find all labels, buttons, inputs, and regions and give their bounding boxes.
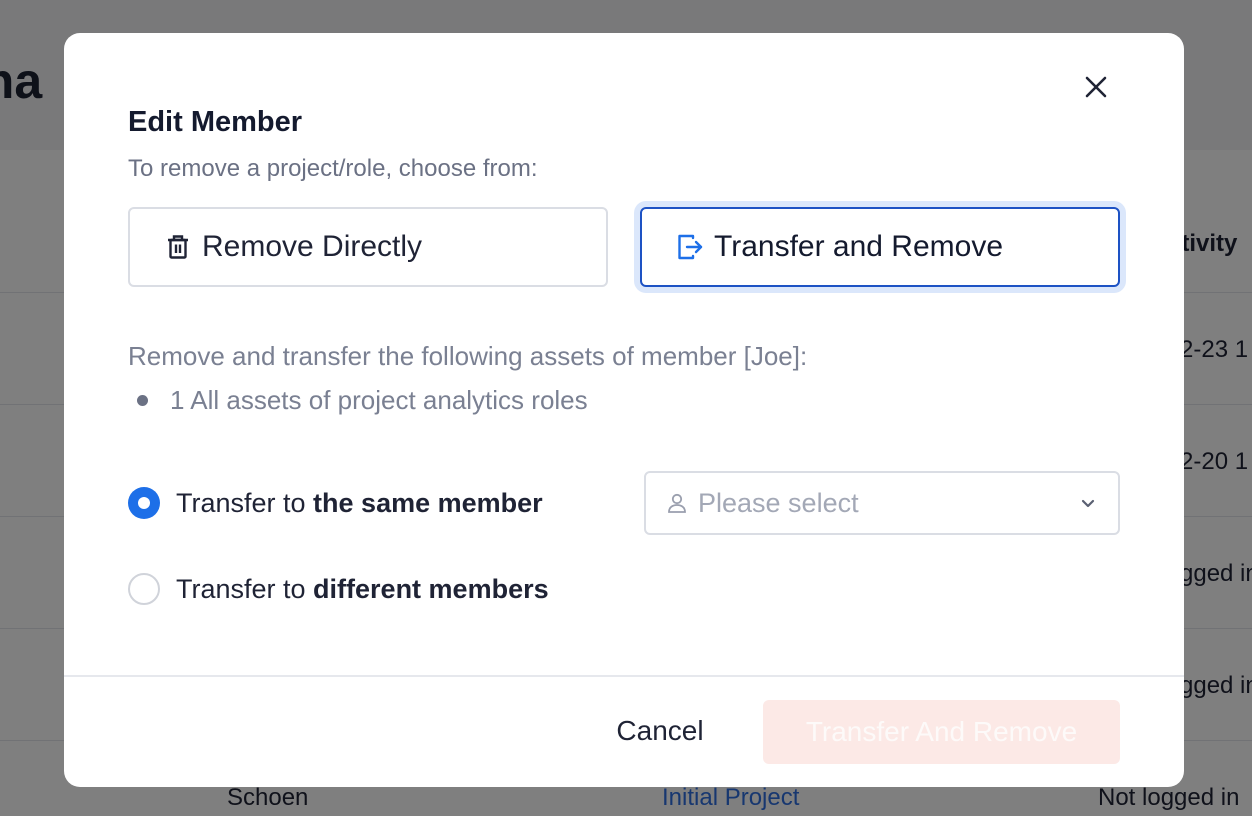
edit-member-dialog: Edit Member To remove a project/role, ch… [64, 33, 1184, 787]
transfer-description: Remove and transfer the following assets… [128, 341, 808, 371]
transfer-same-member-radio[interactable]: Transfer to the same member [128, 487, 543, 519]
transfer-and-remove-button[interactable]: Transfer And Remove [763, 700, 1120, 764]
dialog-title: Edit Member [128, 106, 303, 138]
radio-checked-icon[interactable] [128, 487, 160, 519]
transfer-different-members-radio[interactable]: Transfer to different members [128, 573, 549, 605]
member-select-placeholder: Please select [698, 487, 859, 518]
footer-divider [64, 675, 1184, 677]
member-select[interactable]: Please select [644, 471, 1120, 535]
transfer-different-emphasis: different members [313, 573, 549, 604]
bullet-icon [137, 395, 148, 406]
transfer-out-icon [676, 233, 704, 261]
asset-item-text: 1 All assets of project analytics roles [170, 385, 588, 415]
transfer-same-emphasis: the same member [313, 487, 543, 518]
transfer-same-prefix: Transfer to [176, 487, 314, 518]
transfer-and-remove-label: Transfer and Remove [714, 230, 1004, 263]
remove-directly-label: Remove Directly [202, 230, 423, 263]
user-icon [668, 493, 686, 513]
dialog-subtitle: To remove a project/role, choose from: [128, 155, 538, 182]
close-button[interactable] [1080, 71, 1112, 103]
asset-list-item: 1 All assets of project analytics roles [128, 385, 588, 416]
remove-directly-option[interactable]: Remove Directly [128, 207, 608, 287]
transfer-different-prefix: Transfer to [176, 573, 314, 604]
radio-unchecked-icon[interactable] [128, 573, 160, 605]
transfer-and-remove-option[interactable]: Transfer and Remove [640, 207, 1120, 287]
cancel-button[interactable]: Cancel [600, 699, 720, 763]
close-icon [1085, 76, 1107, 98]
trash-icon [164, 233, 192, 261]
chevron-down-icon [1081, 499, 1095, 508]
